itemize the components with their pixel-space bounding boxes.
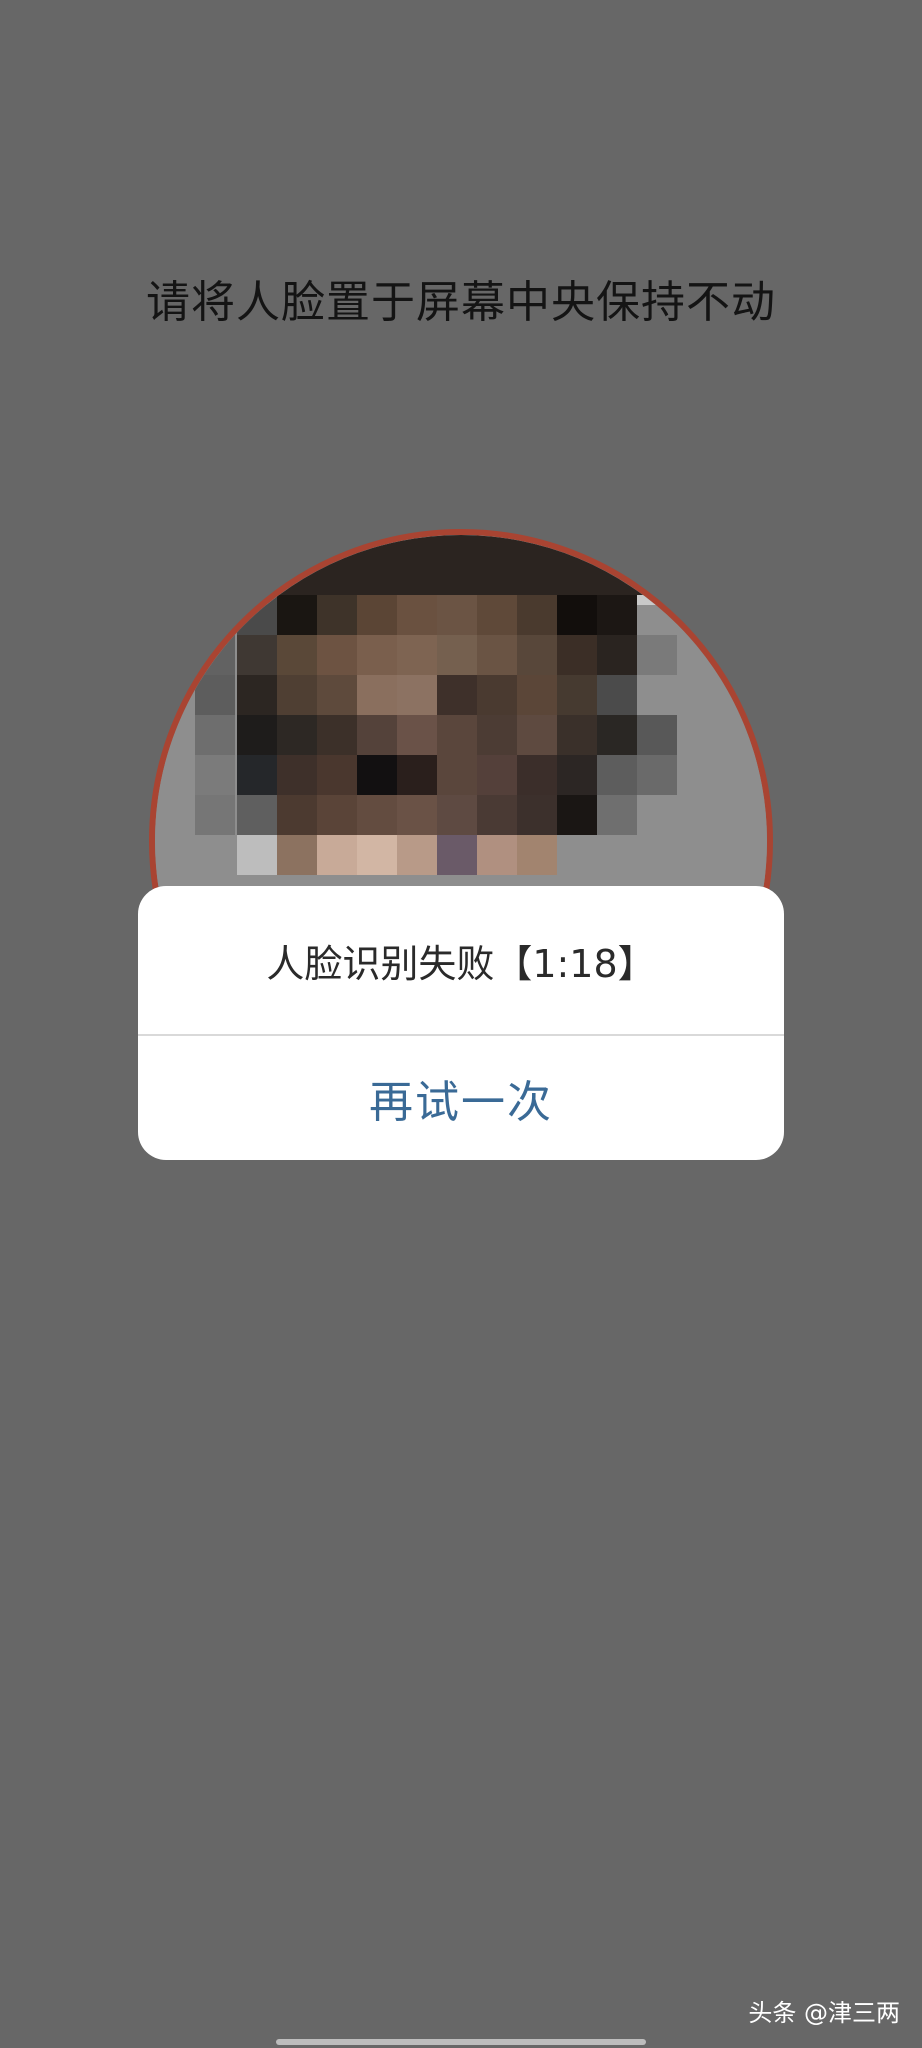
watermark: 头条 @津三两 [748,1999,900,2027]
dialog-message: 人脸识别失败【1:18】 [266,941,656,986]
instruction-text: 请将人脸置于屏幕中央保持不动 [146,277,776,328]
retry-button[interactable]: 再试一次 [138,1036,784,1160]
face-recognition-failed-dialog: 人脸识别失败【1:18】 再试一次 [138,886,784,1160]
home-indicator[interactable] [276,2039,646,2045]
